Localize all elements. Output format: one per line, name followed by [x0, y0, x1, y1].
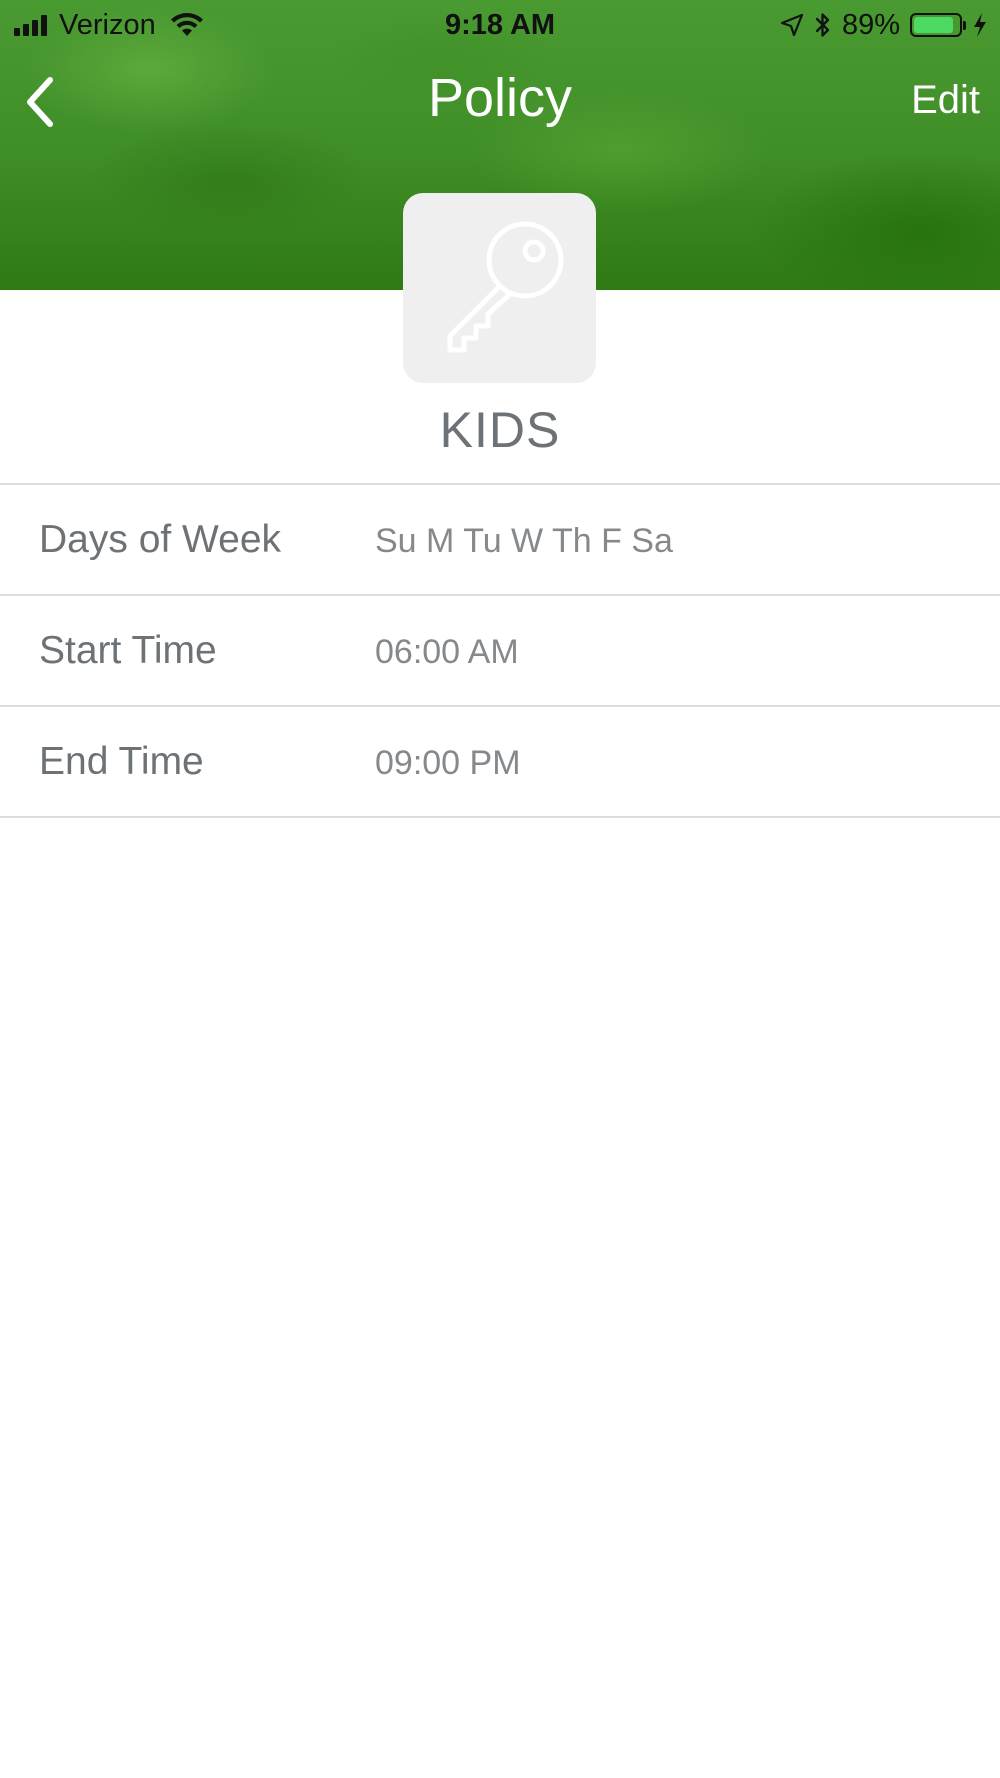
policy-avatar [403, 193, 596, 383]
detail-value: Su M Tu W Th F Sa [375, 522, 673, 560]
policy-name: KIDS [439, 402, 561, 458]
key-icon [447, 221, 563, 353]
status-right: 89% [780, 8, 988, 42]
detail-value: 09:00 PM [375, 744, 521, 782]
detail-row-days-of-week: Days of Week Su M Tu W Th F Sa [0, 485, 1000, 596]
edit-button[interactable]: Edit [911, 72, 980, 128]
charging-bolt-icon [974, 13, 986, 37]
detail-row-end-time: End Time 09:00 PM [0, 707, 1000, 818]
location-arrow-icon [780, 13, 804, 37]
bluetooth-icon [815, 13, 830, 37]
battery-icon [910, 13, 966, 37]
back-button[interactable] [14, 72, 64, 132]
battery-level-fill [914, 17, 954, 33]
battery-nub [963, 21, 966, 30]
detail-label: Start Time [39, 629, 217, 672]
detail-label: Days of Week [39, 518, 282, 561]
status-bar: Verizon 9:18 AM 89% [0, 0, 1000, 50]
policy-details: Days of Week Su M Tu W Th F Sa Start Tim… [0, 483, 1000, 818]
detail-row-start-time: Start Time 06:00 AM [0, 596, 1000, 707]
detail-label: End Time [39, 740, 204, 783]
detail-value: 06:00 AM [375, 633, 519, 671]
chevron-left-icon [27, 77, 53, 127]
policy-screen: Verizon 9:18 AM 89% Policy Edit KIDS Day… [0, 0, 1000, 1778]
battery-percent: 89% [841, 9, 900, 41]
